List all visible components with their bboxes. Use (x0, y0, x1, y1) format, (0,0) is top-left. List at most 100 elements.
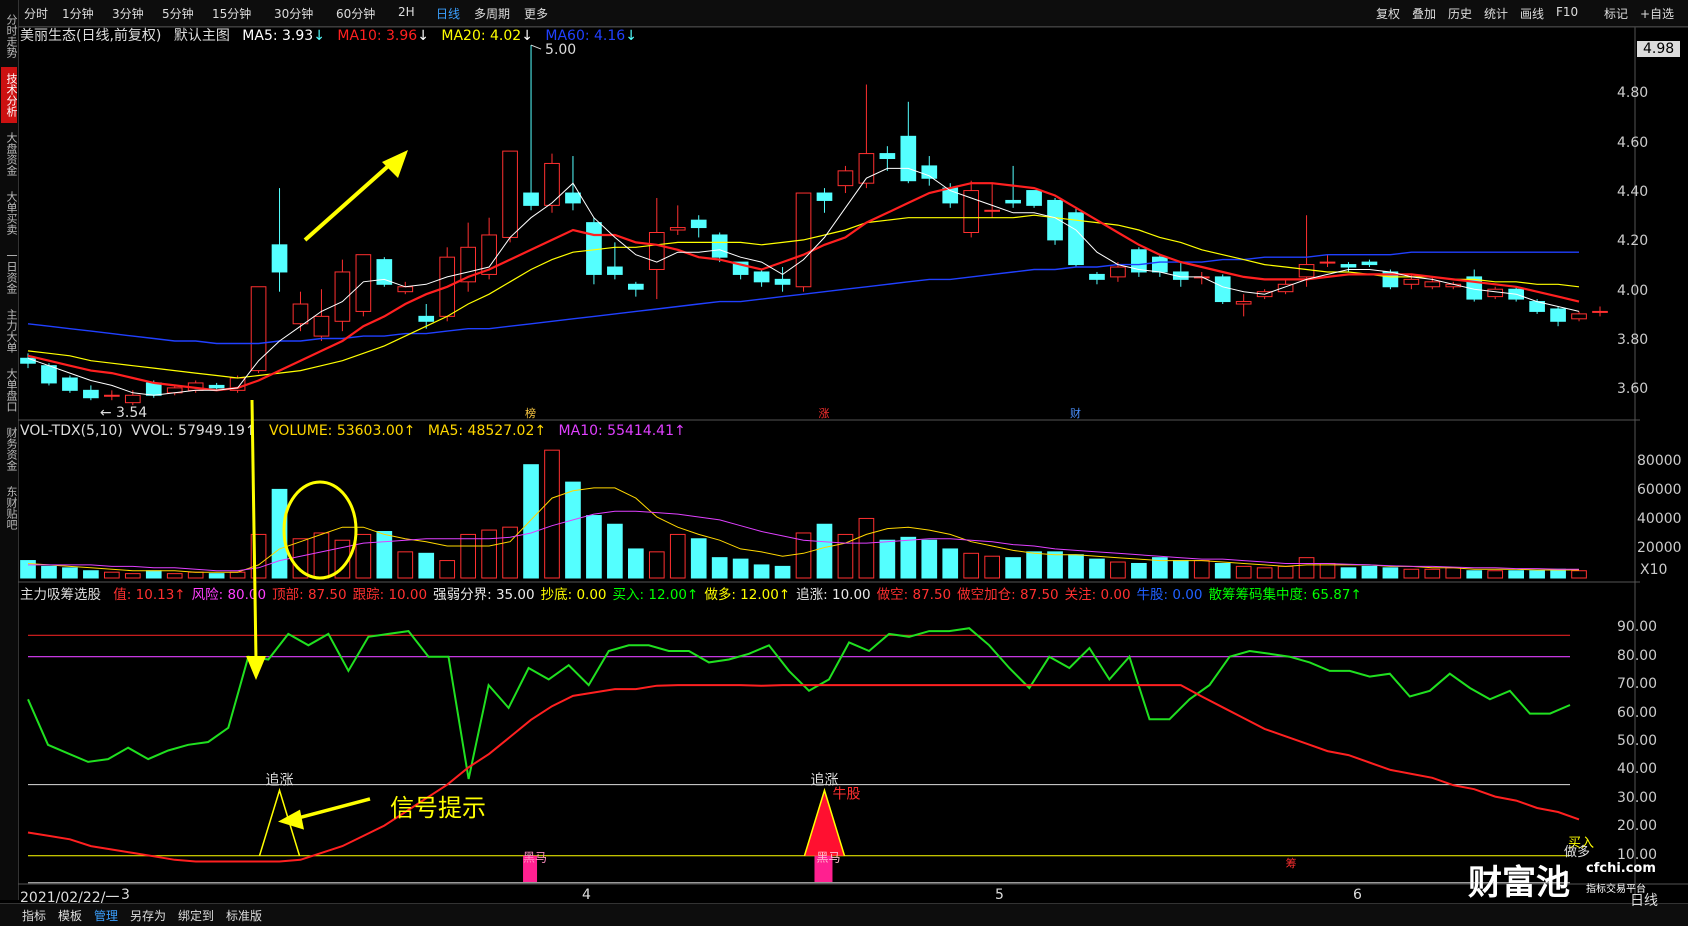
volume-bar-2 (62, 567, 78, 579)
indicator-axis-label-5: 40.00 (1617, 761, 1658, 778)
bull-label: 牛股 (832, 786, 860, 802)
candle-51 (1089, 271, 1105, 285)
price-axis-label-5: 4.00 (1617, 282, 1649, 299)
volume-bar-71 (1508, 570, 1524, 579)
volume-bar-52 (1110, 561, 1126, 579)
volume-bar-63 (1340, 567, 1357, 579)
volume-bar-69 (1466, 570, 1483, 579)
volume-bar-26 (565, 481, 581, 579)
candle-16 (355, 254, 372, 317)
candle-41 (879, 146, 896, 171)
volume-bar-50 (1068, 554, 1084, 579)
event-mark-text-1: 涨 (818, 407, 829, 420)
volume-bar-62 (1319, 562, 1336, 579)
candle-45 (963, 180, 980, 238)
volume-bar-55 (1172, 560, 1189, 579)
volume-bar-47 (1005, 557, 1021, 579)
volume-axis-label-0: 80000 (1637, 452, 1682, 469)
concentration-line (27, 627, 1571, 780)
volume-axis-label-4: X10 (1640, 562, 1668, 578)
candle-56 (1193, 271, 1210, 285)
candles (20, 45, 1608, 406)
volume-bar-9 (208, 573, 225, 579)
candle-37 (795, 192, 812, 292)
volume-bar-48 (1026, 551, 1042, 579)
volume-bar-68 (1445, 567, 1462, 579)
event-mark-text-0: 榜 (525, 406, 536, 420)
volume-bar-29 (628, 548, 644, 579)
candle-64 (1361, 259, 1378, 268)
volume-bar-7 (166, 573, 183, 579)
volume-bar-14 (313, 532, 330, 579)
candle-19 (418, 304, 435, 329)
volume-bar-49 (1047, 551, 1063, 579)
volume-bar-33 (711, 557, 728, 579)
indicator-axis-label-7: 20.00 (1617, 818, 1658, 835)
volume-bar-66 (1403, 568, 1420, 579)
candle-62 (1319, 254, 1336, 268)
lock-label: 筹 (1286, 856, 1297, 870)
indicator-axis-label-3: 60.00 (1617, 704, 1658, 721)
candle-39 (837, 165, 854, 194)
volume-bar-74 (1571, 570, 1587, 579)
bottom-item-0[interactable]: 指标 (22, 907, 46, 924)
volume-bar-72 (1529, 570, 1545, 579)
watermark: 财富池 cfchi.com 指标交易平台 (1468, 855, 1656, 904)
volume-bar-60 (1277, 565, 1294, 579)
volume-bar-58 (1235, 565, 1252, 579)
candle-27 (586, 217, 602, 285)
price-axis-label-1: 4.80 (1617, 85, 1649, 102)
volume-bar-64 (1361, 565, 1378, 579)
bottom-bar: 指标 模板 管理 另存为 绑定到 标准版 (0, 903, 1688, 926)
volume-bar-24 (523, 464, 539, 579)
candle-53 (1131, 247, 1147, 277)
bottom-item-2[interactable]: 管理 (94, 907, 118, 924)
bottom-item-5[interactable]: 标准版 (226, 907, 262, 924)
watermark-slogan: 指标交易平台 (1586, 884, 1646, 895)
price-axis-label-4: 4.20 (1617, 233, 1649, 250)
volume-bar-70 (1487, 570, 1504, 579)
candle-38 (816, 188, 833, 213)
candle-13 (292, 291, 309, 332)
candle-25 (544, 153, 560, 213)
candle-69 (1466, 269, 1483, 302)
bottom-item-4[interactable]: 绑定到 (178, 907, 214, 924)
volume-bar-1 (41, 565, 57, 579)
volume-axis-label-3: 20000 (1637, 539, 1682, 556)
stock-chart[interactable]: 5.00← 3.54 榜涨财追涨 追涨牛股黑马 黑马 筹买入做多信号提示 (0, 0, 1688, 925)
candle-0 (20, 353, 36, 369)
candle-29 (628, 281, 644, 297)
volume-axis-label-2: 40000 (1637, 510, 1682, 527)
candle-75 (1592, 306, 1608, 317)
volume-bar-18 (397, 551, 414, 579)
candle-74 (1571, 311, 1587, 322)
candle-33 (711, 232, 728, 263)
date-axis-month-1: 4 (582, 887, 591, 903)
candle-46 (984, 183, 1000, 218)
candle-15 (334, 259, 351, 332)
volume-bar-19 (418, 552, 435, 579)
volume-bar-61 (1298, 557, 1315, 579)
candle-30 (648, 197, 665, 300)
trend-arrow-head (382, 150, 408, 178)
candle-35 (753, 269, 770, 287)
volume-bar-0 (20, 560, 36, 579)
event-mark-text-2: 财 (1070, 406, 1081, 420)
volume-bar-25 (544, 449, 560, 579)
vertical-arrow-head (246, 656, 266, 680)
candle-61 (1298, 215, 1315, 287)
bottom-item-3[interactable]: 另存为 (130, 907, 166, 924)
indicator-axis-label-4: 50.00 (1617, 733, 1658, 749)
bottom-item-1[interactable]: 模板 (58, 907, 82, 924)
volume-bar-35 (753, 564, 770, 579)
volume-bar-3 (83, 570, 99, 579)
volume-bar-57 (1214, 562, 1231, 579)
volume-bar-32 (690, 538, 707, 579)
volume-bar-23 (502, 526, 518, 579)
volume-bar-67 (1424, 568, 1441, 579)
volume-bar-27 (586, 515, 602, 579)
chase-label-1: 追涨 (266, 772, 294, 788)
candle-2 (62, 375, 78, 393)
indicator-axis-label-1: 80.00 (1617, 647, 1658, 664)
volume-bar-22 (481, 529, 497, 579)
